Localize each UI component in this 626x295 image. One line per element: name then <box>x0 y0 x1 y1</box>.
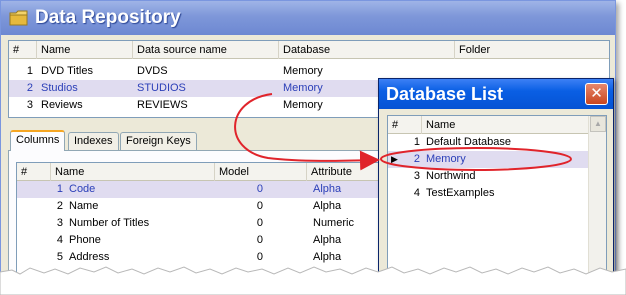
tab-columns[interactable]: Columns <box>10 130 66 151</box>
annotation-overlay <box>234 93 572 171</box>
annotation-arrow <box>234 93 380 171</box>
torn-edge-decoration <box>0 266 626 295</box>
annotation-highlight-ellipse <box>380 147 572 171</box>
